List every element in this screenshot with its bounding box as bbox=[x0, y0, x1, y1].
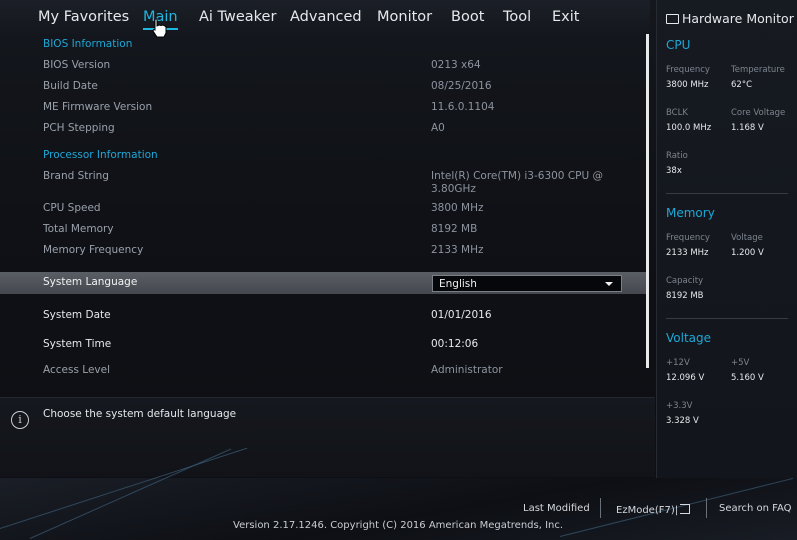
main-settings-panel: BIOS Information BIOS Version 0213 x64 B… bbox=[0, 34, 648, 390]
brand-string-row: Brand String Intel(R) Core(TM) i3-6300 C… bbox=[0, 166, 648, 198]
bios-version-label: BIOS Version bbox=[43, 59, 111, 71]
divider bbox=[666, 193, 788, 194]
pch-stepping-row: PCH Stepping A0 bbox=[0, 118, 648, 139]
divider bbox=[666, 318, 788, 319]
system-language-row[interactable]: System Language English bbox=[0, 272, 648, 294]
top-tab-bar: My Favorites Main Ai Tweaker Advanced Mo… bbox=[0, 0, 650, 38]
system-date-label: System Date bbox=[43, 309, 111, 321]
v5-label: +5V bbox=[731, 358, 750, 368]
version-copyright: Version 2.17.1246. Copyright (C) 2016 Am… bbox=[233, 520, 564, 531]
bclk-label: BCLK bbox=[666, 108, 688, 118]
hardware-monitor-label: Hardware Monitor bbox=[682, 11, 794, 26]
pch-stepping-label: PCH Stepping bbox=[43, 122, 115, 134]
cpu-temperature-label: Temperature bbox=[731, 65, 785, 75]
search-faq-button[interactable]: Search on FAQ bbox=[719, 503, 792, 514]
access-level-label: Access Level bbox=[43, 364, 110, 376]
voltage-heading: Voltage bbox=[666, 331, 712, 345]
memory-frequency-value: 2133 MHz bbox=[666, 248, 709, 258]
total-memory-value: 8192 MB bbox=[431, 223, 478, 235]
tab-my-favorites[interactable]: My Favorites bbox=[38, 9, 129, 25]
section-heading: Processor Information bbox=[43, 149, 158, 161]
tab-monitor[interactable]: Monitor bbox=[377, 9, 432, 25]
tab-advanced[interactable]: Advanced bbox=[290, 9, 362, 25]
ezmode-button[interactable]: EzMode(F7)| bbox=[616, 503, 691, 516]
memory-frequency-label: Memory Frequency bbox=[43, 244, 144, 256]
exit-arrow-icon bbox=[680, 504, 691, 514]
cpu-heading: CPU bbox=[666, 38, 691, 52]
cpu-speed-row: CPU Speed 3800 MHz bbox=[0, 198, 648, 219]
help-text: Choose the system default language bbox=[43, 408, 237, 420]
tab-ai-tweaker[interactable]: Ai Tweaker bbox=[199, 9, 276, 25]
system-time-value[interactable]: 00:12:06 bbox=[431, 338, 478, 351]
last-modified-button[interactable]: Last Modified bbox=[523, 503, 590, 514]
v12-value: 12.096 V bbox=[666, 373, 705, 383]
ratio-value: 38x bbox=[666, 166, 682, 176]
system-date-value[interactable]: 01/01/2016 bbox=[431, 309, 492, 322]
ratio-label: Ratio bbox=[666, 151, 688, 161]
core-voltage-value: 1.168 V bbox=[731, 123, 764, 133]
tab-boot[interactable]: Boot bbox=[451, 9, 484, 25]
cpu-frequency-value: 3800 MHz bbox=[666, 80, 709, 90]
me-firmware-label: ME Firmware Version bbox=[43, 101, 153, 113]
memory-frequency-row: Memory Frequency 2133 MHz bbox=[0, 240, 648, 261]
memory-frequency-label: Frequency bbox=[666, 233, 710, 243]
cpu-speed-value: 3800 MHz bbox=[431, 202, 484, 214]
v12-label: +12V bbox=[666, 358, 690, 368]
help-description-panel: i Choose the system default language bbox=[0, 397, 655, 477]
total-memory-label: Total Memory bbox=[43, 223, 114, 235]
system-language-value: English bbox=[439, 278, 477, 290]
me-firmware-value: 11.6.0.1104 bbox=[431, 101, 495, 113]
brand-string-line1: Intel(R) Core(TM) i3-6300 CPU @ bbox=[431, 170, 604, 182]
brand-string-value: Intel(R) Core(TM) i3-6300 CPU @ 3.80GHz bbox=[431, 170, 603, 196]
memory-voltage-value: 1.200 V bbox=[731, 248, 764, 258]
bios-version-value: 0213 x64 bbox=[431, 59, 481, 71]
bclk-value: 100.0 MHz bbox=[666, 123, 712, 133]
access-level-value: Administrator bbox=[431, 364, 503, 376]
system-language-label: System Language bbox=[43, 276, 138, 288]
cpu-speed-label: CPU Speed bbox=[43, 202, 101, 214]
monitor-icon bbox=[666, 14, 679, 24]
brand-string-line2: 3.80GHz bbox=[431, 183, 476, 195]
system-date-row[interactable]: System Date 01/01/2016 bbox=[0, 305, 648, 326]
system-language-dropdown[interactable]: English bbox=[432, 275, 622, 292]
me-firmware-row: ME Firmware Version 11.6.0.1104 bbox=[0, 97, 648, 118]
bios-screen: My Favorites Main Ai Tweaker Advanced Mo… bbox=[0, 0, 797, 540]
section-heading: BIOS Information bbox=[43, 38, 133, 50]
core-voltage-label: Core Voltage bbox=[731, 108, 786, 118]
footer-bar: Last Modified EzMode(F7)| Search on FAQ … bbox=[0, 447, 797, 540]
build-date-value: 08/25/2016 bbox=[431, 80, 492, 92]
pch-stepping-value: A0 bbox=[431, 122, 445, 134]
total-memory-row: Total Memory 8192 MB bbox=[0, 219, 648, 240]
cpu-temperature-value: 62°C bbox=[731, 80, 753, 90]
v5-value: 5.160 V bbox=[731, 373, 764, 383]
ezmode-label: EzMode(F7)| bbox=[616, 505, 679, 516]
build-date-row: Build Date 08/25/2016 bbox=[0, 76, 648, 97]
memory-capacity-value: 8192 MB bbox=[666, 291, 704, 301]
footer-separator bbox=[706, 498, 707, 518]
cpu-frequency-label: Frequency bbox=[666, 65, 710, 75]
system-time-row[interactable]: System Time 00:12:06 bbox=[0, 334, 648, 355]
memory-voltage-label: Voltage bbox=[731, 233, 763, 243]
access-level-row: Access Level Administrator bbox=[0, 360, 648, 381]
tab-tool[interactable]: Tool bbox=[503, 9, 531, 25]
memory-frequency-value: 2133 MHz bbox=[431, 244, 484, 256]
v33-label: +3.3V bbox=[666, 401, 693, 411]
brand-string-label: Brand String bbox=[43, 170, 109, 182]
memory-heading: Memory bbox=[666, 206, 715, 220]
build-date-label: Build Date bbox=[43, 80, 98, 92]
tab-exit[interactable]: Exit bbox=[552, 9, 579, 25]
footer-separator bbox=[600, 498, 601, 518]
processor-information-section: Processor Information bbox=[0, 145, 648, 166]
system-time-label: System Time bbox=[43, 338, 112, 350]
chevron-down-icon bbox=[605, 282, 613, 286]
bios-information-section: BIOS Information bbox=[0, 34, 648, 55]
v33-value: 3.328 V bbox=[666, 416, 699, 426]
hardware-monitor-title: Hardware Monitor bbox=[666, 11, 794, 26]
hardware-monitor-panel: Hardware Monitor CPU Frequency 3800 MHz … bbox=[656, 0, 797, 478]
memory-capacity-label: Capacity bbox=[666, 276, 704, 286]
scrollbar[interactable] bbox=[646, 34, 649, 368]
bios-version-row: BIOS Version 0213 x64 bbox=[0, 55, 648, 76]
info-icon: i bbox=[11, 411, 29, 429]
